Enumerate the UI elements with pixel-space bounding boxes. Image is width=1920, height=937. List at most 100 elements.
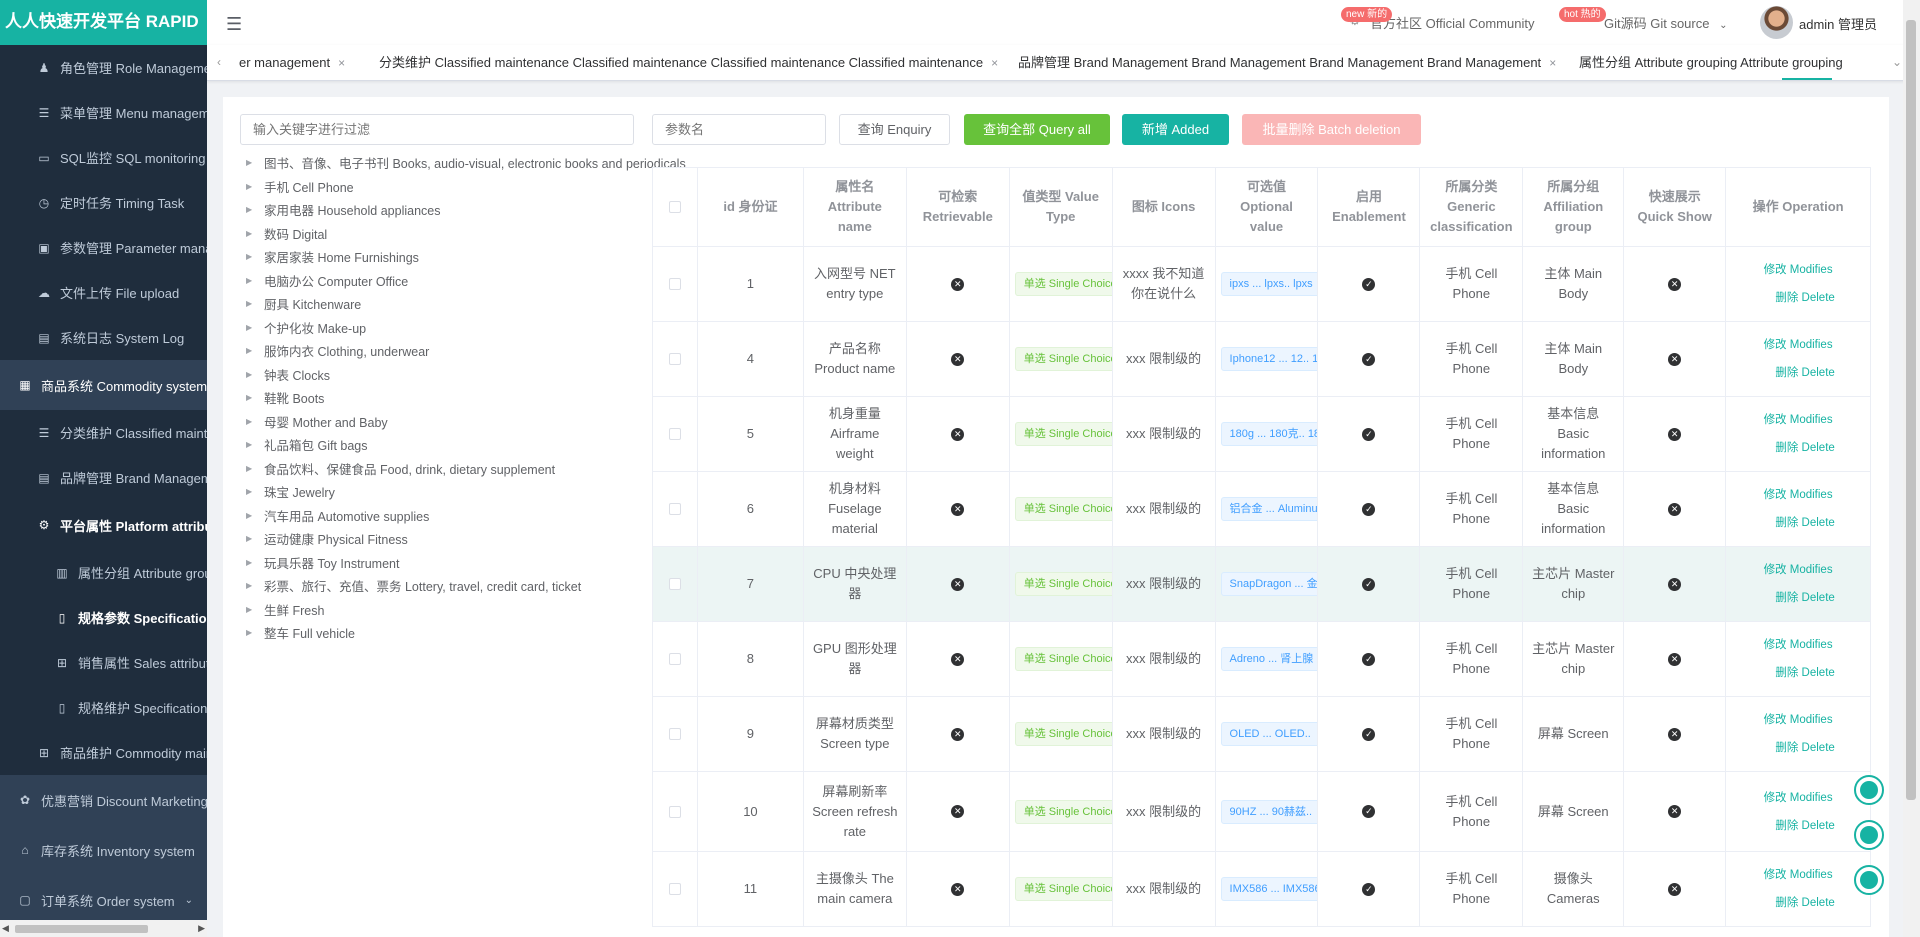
chevron-down-icon[interactable]: ⌄ xyxy=(1892,55,1902,69)
sidebar-item-commodity-maint[interactable]: ⊞商品维护 Commodity maintenance xyxy=(0,730,207,775)
caret-right-icon[interactable]: ▶ xyxy=(246,393,256,402)
delete-link[interactable]: 删除 Delete xyxy=(1761,663,1834,683)
col-value-type[interactable]: 值类型 Value Type xyxy=(1010,168,1113,246)
col-group[interactable]: 所属分组 Affiliation group xyxy=(1523,168,1625,246)
delete-link[interactable]: 删除 Delete xyxy=(1761,588,1834,608)
table-row[interactable]: 7 CPU 中央处理器 ✕ 单选 Single Choice xxx 限制级的 SnapD… xyxy=(653,547,1872,622)
modify-link[interactable]: 修改 Modifies xyxy=(1764,485,1833,505)
scroll-thumb[interactable] xyxy=(15,925,148,933)
row-checkbox[interactable] xyxy=(668,503,681,515)
page-vertical-scrollbar[interactable] xyxy=(1903,0,1920,937)
table-row[interactable]: 1 入网型号 NET entry type ✕ 单选 Single Choice xxx… xyxy=(653,247,1872,322)
support-agent-button[interactable] xyxy=(1854,775,1884,805)
col-operation[interactable]: 操作 Operation xyxy=(1726,168,1872,246)
row-checkbox[interactable] xyxy=(668,278,681,290)
close-icon[interactable]: × xyxy=(338,56,345,70)
chevron-left-icon[interactable]: ‹ xyxy=(217,55,221,69)
sidebar-horizontal-scrollbar[interactable]: ◀ ▶ xyxy=(0,920,207,937)
sidebar-item-param[interactable]: ▣参数管理 Parameter management xyxy=(0,225,207,270)
table-row[interactable]: 11 主摄像头 The main camera ✕ 单选 Single Choice x… xyxy=(653,852,1872,927)
app-logo-title[interactable]: 人人快速开发平台 RAPID xyxy=(0,0,207,45)
col-quick-show[interactable]: 快速展示 Quick Show xyxy=(1624,168,1727,246)
delete-link[interactable]: 删除 Delete xyxy=(1761,816,1834,836)
caret-right-icon[interactable]: ▶ xyxy=(246,464,256,473)
caret-right-icon[interactable]: ▶ xyxy=(246,487,256,496)
sidebar-item-order[interactable]: ▢ 订单系统 Order system ⌄ xyxy=(0,875,207,925)
sidebar-item-menu[interactable]: ☰菜单管理 Menu management xyxy=(0,90,207,135)
close-icon[interactable]: × xyxy=(991,56,998,70)
tree-node[interactable]: ▶ 玩具乐器 Toy Instrument xyxy=(246,551,706,575)
git-source-link[interactable]: Git源码 Git source ⌄ hot 热的 xyxy=(1559,7,1727,32)
caret-right-icon[interactable]: ▶ xyxy=(246,534,256,543)
col-retrievable[interactable]: 可检索 Retrievable xyxy=(907,168,1010,246)
scroll-right-icon[interactable]: ▶ xyxy=(198,923,205,934)
sidebar-item-classified[interactable]: ☰分类维护 Classified maintenance xyxy=(0,410,207,455)
caret-right-icon[interactable]: ▶ xyxy=(246,252,256,261)
enquiry-button[interactable]: 查询 Enquiry xyxy=(839,114,950,145)
caret-right-icon[interactable]: ▶ xyxy=(246,323,256,332)
sidebar-item-spec-param[interactable]: ▯规格参数 Specification parameter xyxy=(0,595,207,640)
col-icons[interactable]: 图标 Icons xyxy=(1113,168,1216,246)
add-button[interactable]: 新增 Added xyxy=(1122,114,1229,145)
caret-right-icon[interactable]: ▶ xyxy=(246,182,256,191)
col-optional-value[interactable]: 可选值 Optional value xyxy=(1216,168,1319,246)
row-checkbox[interactable] xyxy=(668,578,681,590)
table-row[interactable]: 8 GPU 图形处理器 ✕ 单选 Single Choice xxx 限制级的 Adren… xyxy=(653,622,1872,697)
row-checkbox[interactable] xyxy=(668,353,681,365)
delete-link[interactable]: 删除 Delete xyxy=(1761,893,1834,913)
caret-right-icon[interactable]: ▶ xyxy=(246,511,256,520)
tab-user-management[interactable]: er management × xyxy=(239,45,345,80)
batch-delete-button[interactable]: 批量删除 Batch deletion xyxy=(1242,114,1421,145)
tree-node[interactable]: ▶ 家居家装 Home Furnishings xyxy=(246,245,706,269)
sidebar-item-upload[interactable]: ☁ 文件上传 File upload xyxy=(0,270,207,315)
caret-right-icon[interactable]: ▶ xyxy=(246,581,256,590)
col-enablement[interactable]: 启用 Enablement xyxy=(1318,168,1421,246)
tree-node[interactable]: ▶ 运动健康 Physical Fitness xyxy=(246,527,706,551)
caret-right-icon[interactable]: ▶ xyxy=(246,628,256,637)
modify-link[interactable]: 修改 Modifies xyxy=(1764,410,1833,430)
modify-link[interactable]: 修改 Modifies xyxy=(1764,560,1833,580)
sidebar-item-commodity[interactable]: ▦ 商品系统 Commodity system xyxy=(0,360,207,410)
row-checkbox[interactable] xyxy=(668,653,681,665)
modify-link[interactable]: 修改 Modifies xyxy=(1764,865,1833,885)
query-all-button[interactable]: 查询全部 Query all xyxy=(964,114,1110,145)
select-all-checkbox[interactable] xyxy=(668,201,681,213)
close-icon[interactable]: × xyxy=(1549,56,1556,70)
tree-node[interactable]: ▶ 母婴 Mother and Baby xyxy=(246,410,706,434)
caret-right-icon[interactable]: ▶ xyxy=(246,276,256,285)
param-name-input[interactable] xyxy=(652,114,826,145)
delete-link[interactable]: 删除 Delete xyxy=(1761,363,1834,383)
table-row[interactable]: 6 机身材料 Fuselage material ✕ 单选 Single Choice… xyxy=(653,472,1872,547)
tree-node[interactable]: ▶ 图书、音像、电子书刊 Books, audio-visual, electro… xyxy=(246,151,706,175)
delete-link[interactable]: 删除 Delete xyxy=(1761,738,1834,758)
tree-node[interactable]: ▶ 礼品箱包 Gift bags xyxy=(246,433,706,457)
avatar[interactable] xyxy=(1760,6,1793,39)
tree-node[interactable]: ▶ 鞋靴 Boots xyxy=(246,386,706,410)
caret-right-icon[interactable]: ▶ xyxy=(246,346,256,355)
tree-node[interactable]: ▶ 个护化妆 Make-up xyxy=(246,316,706,340)
tree-filter-input[interactable] xyxy=(240,114,634,145)
tab-attribute-grouping[interactable]: 属性分组 Attribute grouping Attribute groupi… xyxy=(1579,45,1843,80)
caret-right-icon[interactable]: ▶ xyxy=(246,299,256,308)
delete-link[interactable]: 删除 Delete xyxy=(1761,288,1834,308)
sidebar-item-discount[interactable]: ✿ 优惠营销 Discount Marketing xyxy=(0,775,207,825)
tree-node[interactable]: ▶ 珠宝 Jewelry xyxy=(246,480,706,504)
chat-button[interactable] xyxy=(1854,820,1884,850)
notes-button[interactable] xyxy=(1854,865,1884,895)
caret-right-icon[interactable]: ▶ xyxy=(246,605,256,614)
tree-node[interactable]: ▶ 数码 Digital xyxy=(246,222,706,246)
caret-right-icon[interactable]: ▶ xyxy=(246,370,256,379)
sidebar-item-spec-maint[interactable]: ▯规格维护 Specification maintenance xyxy=(0,685,207,730)
tree-node[interactable]: ▶ 整车 Full vehicle xyxy=(246,621,706,645)
sidebar-item-role[interactable]: ♟ 角色管理 Role Management xyxy=(0,45,207,90)
modify-link[interactable]: 修改 Modifies xyxy=(1764,788,1833,808)
col-classification[interactable]: 所属分类 Generic classification xyxy=(1420,168,1524,246)
col-id[interactable]: id 身份证 xyxy=(698,168,804,246)
table-row[interactable]: 4 产品名称 Product name ✕ 单选 Single Choice xxx 限… xyxy=(653,322,1872,397)
table-row[interactable]: 10 屏幕刷新率 Screen refresh rate ✕ 单选 Single Ch… xyxy=(653,772,1872,852)
tree-node[interactable]: ▶ 钟表 Clocks xyxy=(246,363,706,387)
tree-node[interactable]: ▶ 彩票、旅行、充值、票务 Lottery, travel, credit car… xyxy=(246,574,706,598)
caret-right-icon[interactable]: ▶ xyxy=(246,440,256,449)
tree-node[interactable]: ▶ 食品饮料、保健食品 Food, drink, dietary suppleme… xyxy=(246,457,706,481)
community-link[interactable]: 官方社区 Official Community new 新的 xyxy=(1341,7,1534,32)
